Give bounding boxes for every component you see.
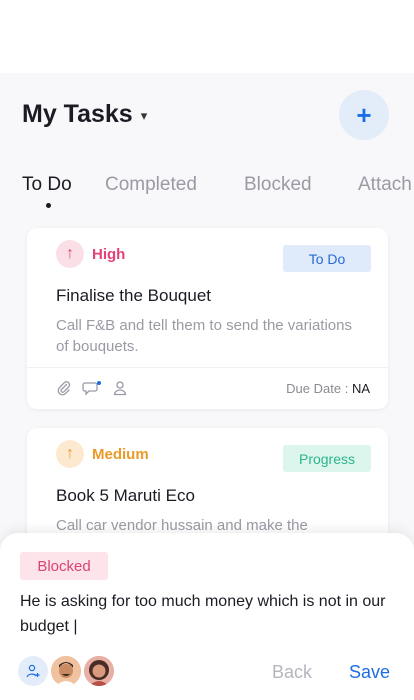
avatar[interactable] — [84, 656, 114, 686]
priority-label: High — [92, 245, 126, 263]
assignee-avatars — [18, 656, 117, 686]
tab-blocked[interactable]: Blocked — [244, 174, 312, 196]
task-card-footer: Due Date : NA — [27, 367, 388, 409]
task-description: Call F&B and tell them to send the varia… — [56, 317, 352, 355]
arrow-up-icon: ↑ — [56, 440, 84, 468]
add-task-button[interactable]: + — [339, 90, 389, 140]
blocked-status-badge[interactable]: Blocked — [20, 552, 108, 580]
task-title: Finalise the Bouquet — [56, 286, 211, 305]
task-title: Book 5 Maruti Eco — [56, 486, 195, 505]
top-bar — [0, 0, 414, 73]
comment-input[interactable]: He is asking for too much money which is… — [20, 589, 400, 639]
chevron-down-icon[interactable]: ▾ — [141, 108, 148, 124]
task-card[interactable]: ↑ High To Do Finalise the Bouquet Call F… — [27, 228, 388, 409]
tab-to-do[interactable]: To Do — [22, 174, 72, 196]
priority-indicator: ↑ Medium — [56, 440, 149, 468]
status-badge[interactable]: To Do — [283, 245, 371, 272]
due-date: Due Date : NA — [286, 381, 370, 396]
comment-bottom-sheet: Blocked He is asking for too much money … — [0, 533, 414, 700]
page-title-text: My Tasks — [22, 100, 133, 128]
page-title[interactable]: My Tasks ▾ — [22, 100, 147, 129]
due-date-label: Due Date : — [286, 381, 349, 396]
priority-label: Medium — [92, 445, 149, 463]
back-button[interactable]: Back — [272, 662, 312, 683]
priority-indicator: ↑ High — [56, 240, 125, 268]
status-badge[interactable]: Progress — [283, 445, 371, 472]
plus-icon: + — [356, 99, 372, 130]
avatar[interactable] — [51, 656, 81, 686]
task-card[interactable]: ↑ Medium Progress Book 5 Maruti Eco Call… — [27, 428, 388, 548]
comment-icon[interactable] — [82, 380, 102, 396]
save-button[interactable]: Save — [349, 662, 390, 683]
tab-attach[interactable]: Attach — [358, 174, 412, 196]
user-icon[interactable] — [112, 380, 128, 396]
paperclip-icon[interactable] — [56, 380, 72, 396]
add-user-icon[interactable] — [18, 656, 48, 686]
due-date-value: NA — [351, 381, 370, 396]
task-tabs: To Do Completed Blocked Attach — [0, 174, 414, 214]
arrow-up-icon: ↑ — [56, 240, 84, 268]
tab-completed[interactable]: Completed — [105, 174, 197, 196]
active-tab-indicator — [46, 203, 51, 208]
